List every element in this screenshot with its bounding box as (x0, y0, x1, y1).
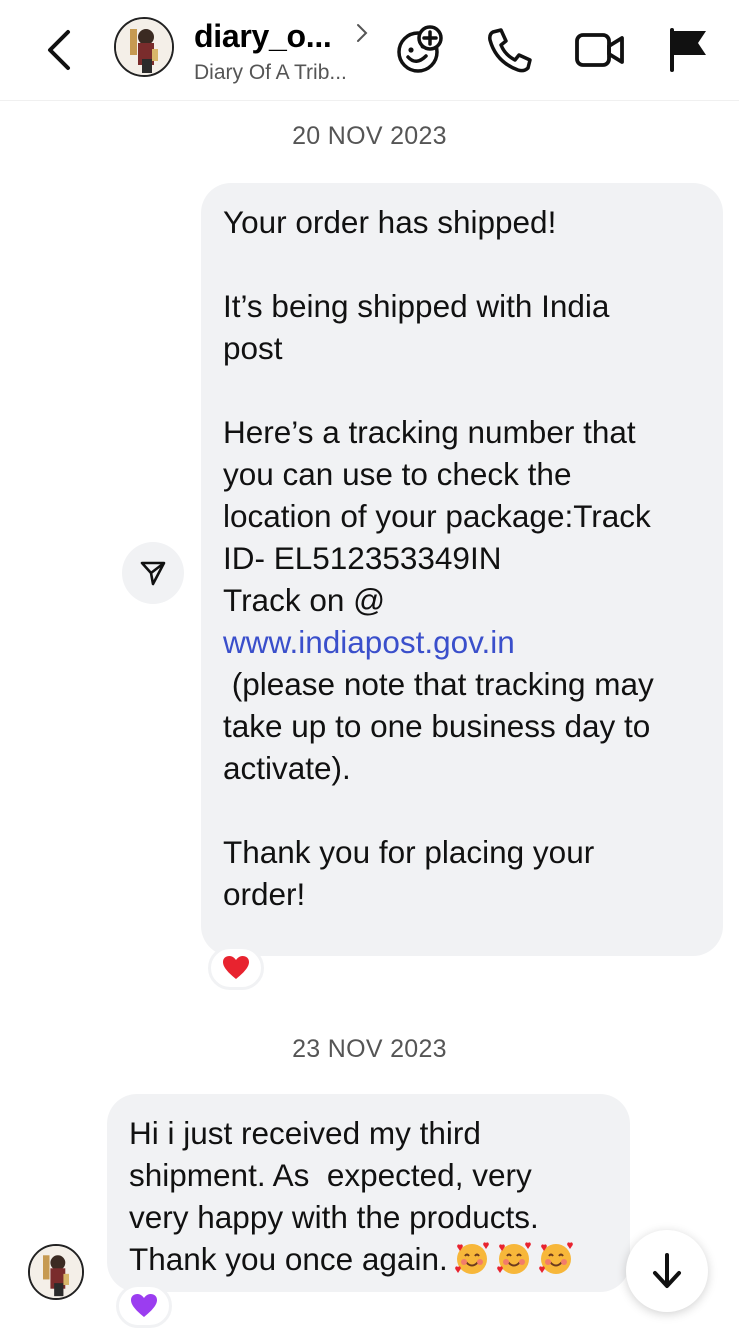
date-separator: 23 NOV 2023 (292, 1035, 447, 1063)
phone-icon (488, 28, 532, 73)
tracking-link[interactable]: www.indiapost.gov.in (223, 624, 515, 660)
purple-heart-icon (131, 1294, 157, 1317)
reaction-badge[interactable] (116, 1284, 172, 1328)
audio-call-button[interactable] (484, 24, 536, 76)
add-emoji-icon (397, 25, 443, 73)
avatar-image (116, 19, 172, 75)
video-camera-icon (575, 33, 624, 67)
scroll-to-bottom-button[interactable] (626, 1230, 708, 1312)
message-text: Your order has shipped! It’s being shipp… (223, 204, 654, 912)
display-name: Diary Of A Trib... (194, 61, 347, 84)
back-chevron-icon (48, 30, 70, 70)
add-emoji-button[interactable] (394, 24, 446, 76)
message-text: Hi i just received my third shipment. As… (129, 1112, 619, 1280)
reaction-badge[interactable] (208, 946, 264, 990)
report-button[interactable] (664, 24, 716, 76)
sender-avatar[interactable] (28, 1244, 84, 1300)
outgoing-message-bubble[interactable]: Your order has shipped! It’s being shipp… (201, 183, 723, 956)
arrow-down-icon (653, 1253, 681, 1288)
flag-icon (670, 28, 706, 72)
smiling-face-with-hearts-icon (496, 1242, 531, 1274)
chevron-right-icon[interactable] (355, 20, 369, 51)
avatar-image (30, 1246, 82, 1298)
share-button[interactable] (122, 542, 184, 604)
username[interactable]: diary_o... (194, 18, 332, 55)
smiling-face-with-hearts-icon (454, 1242, 489, 1274)
back-button[interactable] (38, 26, 82, 74)
avatar[interactable] (114, 17, 174, 77)
video-call-button[interactable] (574, 24, 626, 76)
smiling-face-with-hearts-icon (538, 1242, 573, 1274)
chat-header: diary_o... Diary Of A Trib... (0, 0, 739, 101)
date-separator: 20 NOV 2023 (292, 122, 447, 150)
incoming-message-bubble[interactable]: Hi i just received my third shipment. As… (107, 1094, 630, 1292)
red-heart-icon (223, 956, 249, 979)
share-send-icon (140, 561, 166, 586)
